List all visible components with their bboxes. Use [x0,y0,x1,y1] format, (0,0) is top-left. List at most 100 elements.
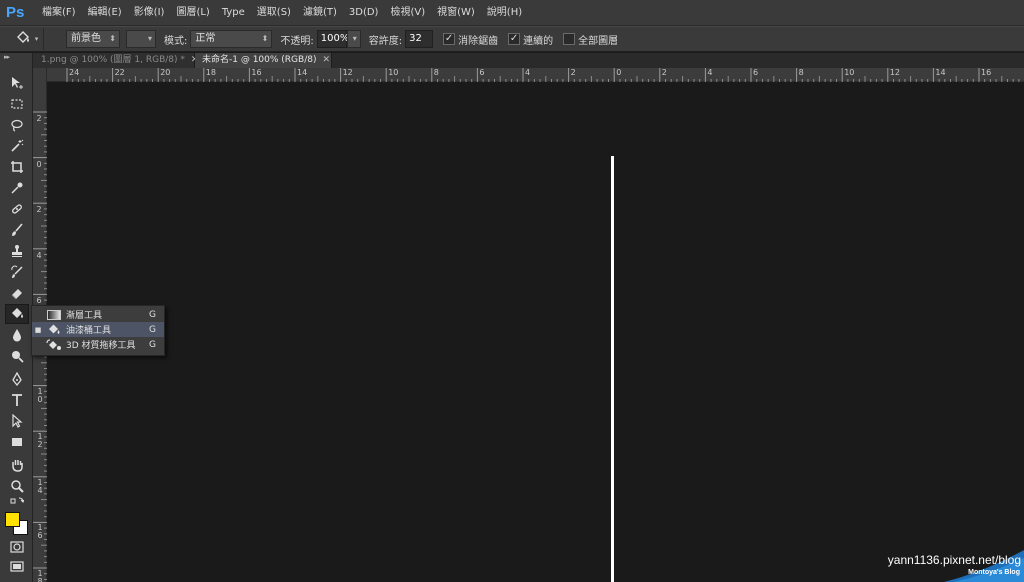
brush-tool-icon[interactable] [5,220,29,240]
ruler-label: 4 [707,68,713,77]
updown-icon: ⬍ [109,34,116,43]
menu-image[interactable]: 影像(I) [128,0,171,26]
ruler-label: 2 [36,205,42,215]
ruler-label: 12 [889,68,900,77]
contiguous-checkbox[interactable]: ✓ [508,33,521,45]
menu-view[interactable]: 檢視(V) [384,0,431,26]
chevron-down-icon: ▾ [352,34,357,43]
swap-colors-icon[interactable] [5,496,29,510]
tolerance-input[interactable]: 32 [405,30,434,48]
ruler-label: 16 [981,68,992,77]
options-bar: ▾ 前景色 ⬍ ▾ 模式: 正常 ⬍ 不透明: 100% ▾ 容許度: 32 ✓… [0,26,1024,52]
foreground-color-swatch[interactable] [5,512,20,527]
healing-brush-tool-icon[interactable] [5,199,29,219]
type-tool-icon[interactable] [5,390,29,410]
ruler-label: 2 [661,68,667,77]
3d-material-drop-icon [46,338,62,351]
opacity-label: 不透明: [280,35,314,47]
tool-flyout-menu: 漸層工具 G ■ 油漆桶工具 G 3D 材質拖移工具 G [31,305,165,356]
opacity-input[interactable]: 100% [316,30,349,48]
ruler-ticks [66,68,1020,82]
eyedropper-tool-icon[interactable] [5,178,29,198]
tab-document-1[interactable]: 1.png @ 100% (圖層 1, RGB/8) * ✕ [33,53,198,68]
watermark-url: yann1136.pixnet.net/blog [887,553,1021,567]
quick-mask-icon[interactable] [5,540,29,554]
flyout-item-3d-material-drop[interactable]: 3D 材質拖移工具 G [32,337,164,352]
ruler-label: 20 [160,68,171,77]
fill-source-value: 前景色 [71,33,101,44]
anti-alias-checkbox[interactable]: ✓ [443,33,456,45]
hand-tool-icon[interactable] [5,455,29,475]
tool-preset-picker[interactable]: ▾ [10,28,44,50]
menu-3d[interactable]: 3D(D) [343,0,385,26]
opacity-slider-toggle[interactable]: ▾ [346,30,361,48]
move-tool-icon[interactable] [5,73,29,93]
eraser-tool-icon[interactable] [5,283,29,303]
flyout-item-label: 漸層工具 [66,311,103,321]
ruler-label: 8 [798,68,804,77]
ruler-label: 6 [753,68,759,77]
lasso-tool-icon[interactable] [5,115,29,135]
flyout-item-paint-bucket[interactable]: ■ 油漆桶工具 G [32,322,164,337]
menu-type[interactable]: Type [216,0,251,26]
ruler-label: 12 [342,68,353,77]
dodge-tool-icon[interactable] [5,346,29,366]
fill-source-select[interactable]: 前景色 ⬍ [66,30,120,48]
ruler-label: 10 [388,68,399,77]
history-brush-tool-icon[interactable] [5,262,29,282]
ruler-label: 1 4 [37,477,43,495]
all-layers-checkbox[interactable] [563,33,576,45]
mode-value: 正常 [195,33,216,44]
flyout-item-label: 3D 材質拖移工具 [66,341,136,351]
shortcut-key: G [149,339,156,350]
path-selection-tool-icon[interactable] [5,411,29,431]
document-tab-bar: 1.png @ 100% (圖層 1, RGB/8) * ✕ 未命名-1 @ 1… [33,53,1024,68]
tab-document-2[interactable]: 未命名-1 @ 100% (RGB/8) ✕ [195,53,332,68]
mode-select[interactable]: 正常 ⬍ [190,30,273,48]
ruler-label: 1 8 [37,569,43,582]
crop-tool-icon[interactable] [5,157,29,177]
menu-layer[interactable]: 圖層(L) [170,0,215,26]
document-canvas[interactable] [48,83,1024,582]
toolbox-collapse-icon[interactable]: ▸▸ [0,53,32,61]
menu-filter[interactable]: 濾鏡(T) [297,0,343,26]
ruler-label: 2 [570,68,576,77]
flyout-item-label: 油漆桶工具 [66,326,112,336]
menu-window[interactable]: 視窗(W) [431,0,481,26]
flyout-item-gradient[interactable]: 漸層工具 G [32,307,164,322]
menu-help[interactable]: 說明(H) [481,0,528,26]
ruler-label: 4 [36,250,42,260]
pattern-picker[interactable]: ▾ [126,30,156,48]
shortcut-key: G [149,324,156,335]
ruler-label: 4 [525,68,531,77]
ruler-label: 0 [616,68,622,77]
paint-bucket-icon [15,30,31,48]
screen-mode-icon[interactable] [5,559,29,575]
tab-label: 1.png @ 100% (圖層 1, RGB/8) * [41,55,185,65]
tolerance-label: 容許度: [368,35,403,47]
photoshop-logo: Ps [6,3,25,21]
blur-tool-icon[interactable] [5,325,29,345]
pen-tool-icon[interactable] [5,369,29,389]
close-icon[interactable]: ✕ [322,53,330,68]
zoom-tool-icon[interactable] [5,476,29,496]
menu-select[interactable]: 選取(S) [251,0,297,26]
chevron-down-icon: ▾ [34,35,39,43]
blog-watermark: yann1136.pixnet.net/blog Montoya's Blog [869,550,1024,582]
marquee-tool-icon[interactable] [5,94,29,114]
ruler-label: 18 [205,68,216,77]
ruler-label: 14 [935,68,946,77]
horizontal-ruler[interactable]: 24 22 20 18 16 14 12 10 8 6 4 2 0 2 4 6 8 10 12 14 16 [47,68,1024,82]
clone-stamp-tool-icon[interactable] [5,241,29,261]
ruler-label: 1 6 [37,523,43,541]
ruler-label: 8 [433,68,439,77]
ruler-label: 10 [844,68,855,77]
menu-edit[interactable]: 編輯(E) [82,0,128,26]
menu-file[interactable]: 檔案(F) [36,0,82,26]
paint-bucket-tool-icon[interactable] [5,304,29,324]
rectangle-tool-icon[interactable] [5,432,29,452]
mode-label: 模式: [164,35,188,47]
tab-label: 未命名-1 @ 100% (RGB/8) [202,55,317,65]
magic-wand-tool-icon[interactable] [5,136,29,156]
ruler-label: 0 [36,159,42,169]
